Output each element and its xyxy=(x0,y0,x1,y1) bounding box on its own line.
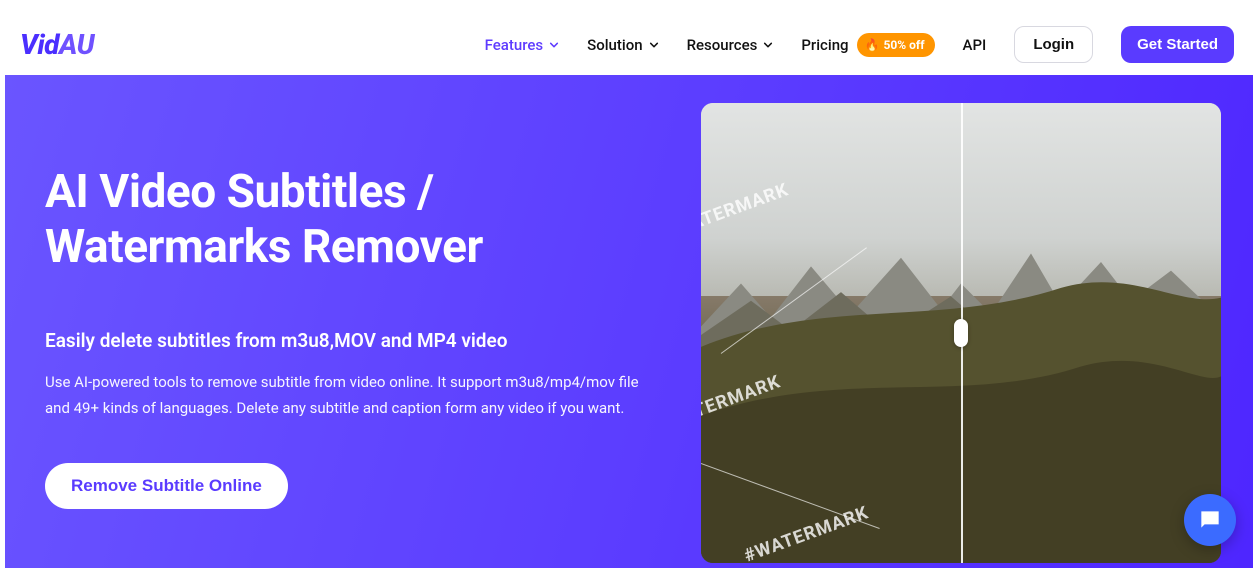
chevron-down-icon xyxy=(649,40,659,50)
hero-subtitle: Easily delete subtitles from m3u8,MOV an… xyxy=(45,329,685,352)
hero-section: AI Video Subtitles / Watermarks Remover … xyxy=(5,75,1253,568)
get-started-button[interactable]: Get Started xyxy=(1121,26,1234,63)
compare-handle[interactable] xyxy=(954,319,968,347)
main-nav: Features Solution Resources Pricing 🔥 50… xyxy=(485,26,1234,63)
site-header: VidAU Features Solution Resources Pricin… xyxy=(0,0,1258,75)
hero-body: Use AI-powered tools to remove subtitle … xyxy=(45,370,645,421)
remove-subtitle-button[interactable]: Remove Subtitle Online xyxy=(45,463,288,509)
nav-features[interactable]: Features xyxy=(485,36,559,54)
nav-resources[interactable]: Resources xyxy=(687,36,774,54)
nav-pricing[interactable]: Pricing 🔥 50% off xyxy=(801,33,934,57)
pricing-badge: 🔥 50% off xyxy=(857,33,935,57)
flame-icon: 🔥 xyxy=(865,38,880,52)
chevron-down-icon xyxy=(763,40,773,50)
hero-preview-image: #WATERMARK #WATERMARK #WATERMARK xyxy=(701,103,1221,563)
chat-launcher[interactable] xyxy=(1184,494,1236,546)
hero-copy: AI Video Subtitles / Watermarks Remover … xyxy=(45,165,685,509)
nav-api[interactable]: API xyxy=(963,36,987,54)
chevron-down-icon xyxy=(549,40,559,50)
hero-title: AI Video Subtitles / Watermarks Remover xyxy=(45,165,685,275)
nav-solution[interactable]: Solution xyxy=(587,36,658,54)
chat-icon xyxy=(1197,507,1223,533)
brand-logo[interactable]: VidAU xyxy=(20,28,94,61)
login-button[interactable]: Login xyxy=(1014,26,1093,63)
